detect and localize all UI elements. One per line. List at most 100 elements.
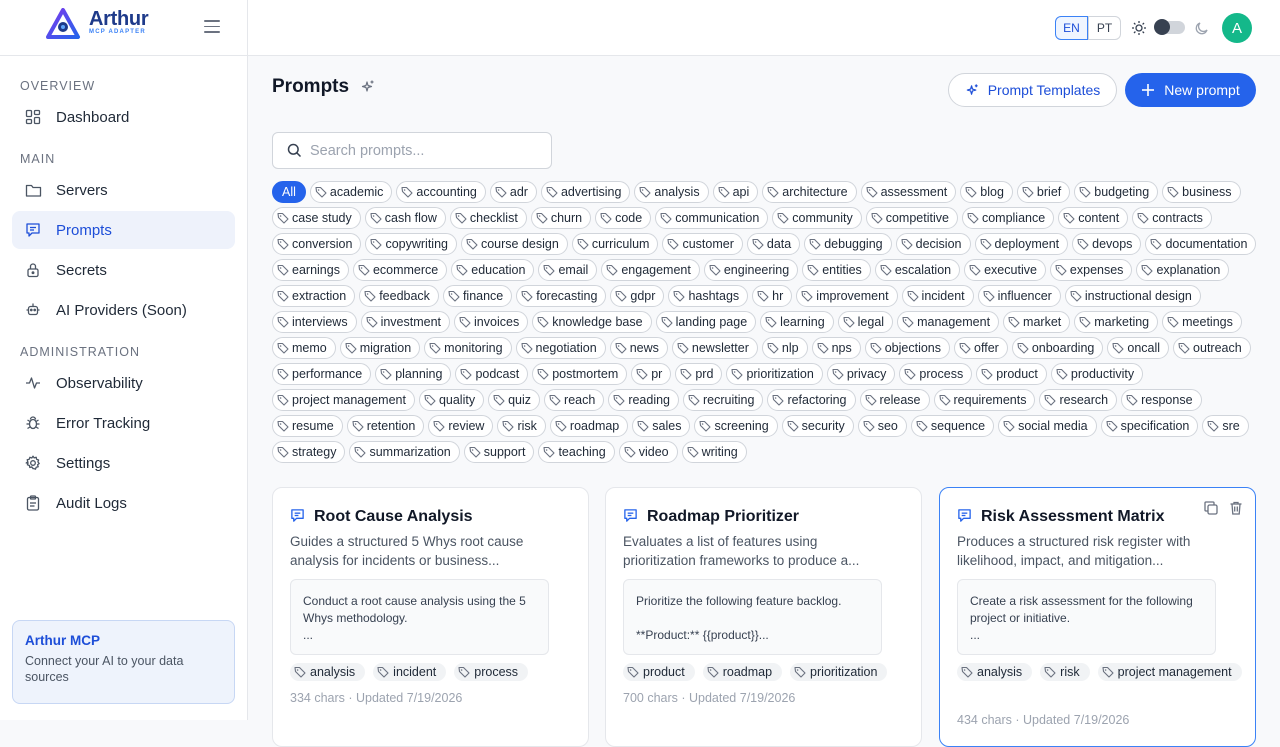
- tag-filter[interactable]: requirements: [933, 389, 1036, 411]
- tag-filter[interactable]: resume: [272, 415, 343, 437]
- tag-filter[interactable]: refactoring: [767, 389, 856, 411]
- tag-filter[interactable]: improvement: [796, 285, 898, 307]
- tag-filter[interactable]: case study: [272, 207, 361, 229]
- tag-filter[interactable]: interviews: [272, 311, 357, 333]
- tag-filter[interactable]: analysis: [634, 181, 709, 203]
- tag-filter[interactable]: pr: [631, 363, 672, 385]
- tag-filter[interactable]: assessment: [860, 181, 957, 203]
- tag-filter[interactable]: hr: [752, 285, 793, 307]
- tag-filter[interactable]: sequence: [910, 415, 995, 437]
- tag-filter[interactable]: podcast: [455, 363, 529, 385]
- tag-filter[interactable]: code: [595, 207, 652, 229]
- tag-filter[interactable]: privacy: [826, 363, 896, 385]
- tag-filter[interactable]: architecture: [762, 181, 857, 203]
- card-tag[interactable]: analysis: [957, 663, 1033, 681]
- tag-filter[interactable]: newsletter: [671, 337, 758, 359]
- tag-filter[interactable]: performance: [272, 363, 372, 385]
- tag-filter[interactable]: legal: [837, 311, 894, 333]
- sidebar-item-prompts[interactable]: Prompts: [12, 211, 235, 249]
- prompt-card[interactable]: Risk Assessment Matrix Produces a struct…: [939, 487, 1256, 747]
- sidebar-item-audit-logs[interactable]: Audit Logs: [12, 484, 235, 522]
- tag-filter[interactable]: landing page: [655, 311, 757, 333]
- theme-toggle[interactable]: [1154, 19, 1185, 35]
- new-prompt-button[interactable]: New prompt: [1125, 73, 1256, 107]
- tag-filter[interactable]: sre: [1202, 415, 1249, 437]
- sidebar-item-observability[interactable]: Observability: [12, 364, 235, 402]
- card-tag[interactable]: analysis: [290, 663, 366, 681]
- tag-filter[interactable]: curriculum: [571, 233, 659, 255]
- tag-filter[interactable]: course design: [460, 233, 568, 255]
- copy-icon[interactable]: [1203, 500, 1219, 516]
- tag-filter[interactable]: recruiting: [683, 389, 764, 411]
- tag-filter[interactable]: seo: [857, 415, 907, 437]
- tag-filter[interactable]: offer: [954, 337, 1008, 359]
- trash-icon[interactable]: [1228, 500, 1244, 516]
- tag-filter[interactable]: response: [1121, 389, 1202, 411]
- tag-filter[interactable]: documentation: [1145, 233, 1257, 255]
- tag-filter[interactable]: reading: [608, 389, 680, 411]
- tag-filter[interactable]: migration: [339, 337, 421, 359]
- tag-filter[interactable]: nlp: [761, 337, 808, 359]
- tag-filter[interactable]: engineering: [703, 259, 799, 281]
- tag-filter[interactable]: security: [781, 415, 854, 437]
- tag-filter[interactable]: quiz: [488, 389, 541, 411]
- tag-filter[interactable]: copywriting: [365, 233, 457, 255]
- tag-filter[interactable]: finance: [442, 285, 513, 307]
- tag-filter[interactable]: budgeting: [1074, 181, 1159, 203]
- tag-filter[interactable]: marketing: [1074, 311, 1159, 333]
- tag-filter[interactable]: education: [451, 259, 535, 281]
- tag-filter[interactable]: contracts: [1132, 207, 1212, 229]
- tag-filter[interactable]: instructional design: [1064, 285, 1201, 307]
- sidebar-item-settings[interactable]: Settings: [12, 444, 235, 482]
- tag-filter[interactable]: community: [772, 207, 862, 229]
- tag-filter[interactable]: strategy: [272, 441, 346, 463]
- tag-filter[interactable]: brief: [1016, 181, 1071, 203]
- tag-filter[interactable]: retention: [346, 415, 425, 437]
- tag-filter[interactable]: advertising: [540, 181, 631, 203]
- tag-filter[interactable]: review: [428, 415, 494, 437]
- tag-filter[interactable]: checklist: [449, 207, 527, 229]
- tag-filter[interactable]: prd: [675, 363, 723, 385]
- tag-filter[interactable]: adr: [489, 181, 537, 203]
- tag-filter[interactable]: oncall: [1107, 337, 1170, 359]
- tag-filter[interactable]: hashtags: [668, 285, 749, 307]
- tag-filter[interactable]: feedback: [359, 285, 439, 307]
- tag-filter[interactable]: product: [976, 363, 1047, 385]
- tag-filter[interactable]: debugging: [804, 233, 892, 255]
- tag-filter[interactable]: executive: [964, 259, 1046, 281]
- tag-filter[interactable]: risk: [497, 415, 546, 437]
- tag-filter[interactable]: data: [746, 233, 801, 255]
- tag-filter[interactable]: prioritization: [726, 363, 823, 385]
- tag-filter[interactable]: business: [1162, 181, 1241, 203]
- tag-filter[interactable]: social media: [998, 415, 1097, 437]
- tag-filter[interactable]: incident: [901, 285, 974, 307]
- tag-filter[interactable]: memo: [272, 337, 336, 359]
- tag-filter[interactable]: planning: [375, 363, 452, 385]
- card-tag[interactable]: risk: [1040, 663, 1090, 681]
- tag-filter[interactable]: process: [899, 363, 973, 385]
- tag-filter[interactable]: cash flow: [364, 207, 446, 229]
- tag-filter[interactable]: email: [538, 259, 598, 281]
- tag-filter[interactable]: ecommerce: [352, 259, 448, 281]
- tag-filter[interactable]: conversion: [272, 233, 362, 255]
- tag-filter[interactable]: release: [859, 389, 930, 411]
- tag-filter[interactable]: escalation: [874, 259, 961, 281]
- tag-filter[interactable]: roadmap: [549, 415, 629, 437]
- tag-filter[interactable]: communication: [655, 207, 769, 229]
- tag-filter[interactable]: influencer: [977, 285, 1061, 307]
- tag-filter[interactable]: decision: [895, 233, 971, 255]
- search-input[interactable]: [310, 133, 545, 168]
- tag-filter[interactable]: compliance: [961, 207, 1055, 229]
- tag-filter[interactable]: summarization: [349, 441, 460, 463]
- tag-filter[interactable]: negotiation: [515, 337, 606, 359]
- tag-filter[interactable]: market: [1003, 311, 1071, 333]
- sidebar-item-servers[interactable]: Servers: [12, 171, 235, 209]
- tag-filter[interactable]: investment: [360, 311, 451, 333]
- tag-filter[interactable]: academic: [309, 181, 393, 203]
- tag-filter[interactable]: news: [609, 337, 668, 359]
- tag-filter[interactable]: content: [1058, 207, 1129, 229]
- card-tag[interactable]: prioritization: [790, 663, 888, 681]
- tag-filter[interactable]: gdpr: [610, 285, 665, 307]
- tag-filter[interactable]: sales: [632, 415, 691, 437]
- tag-filter[interactable]: expenses: [1049, 259, 1133, 281]
